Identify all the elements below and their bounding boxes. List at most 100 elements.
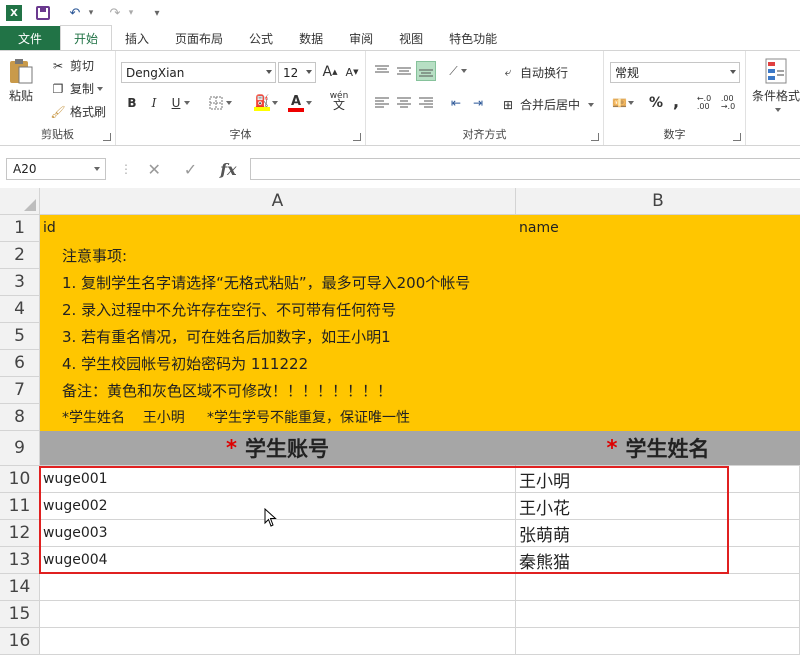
align-bottom-button[interactable] — [416, 61, 436, 81]
align-center-button[interactable] — [394, 93, 414, 113]
note-line[interactable]: *学生姓名 王小明 *学生学号不能重复，保证唯一性 — [40, 404, 516, 431]
italic-button[interactable]: I — [144, 93, 164, 113]
empty-cell[interactable] — [516, 574, 800, 601]
name-box[interactable]: A20 — [6, 158, 106, 180]
align-middle-button[interactable] — [394, 61, 414, 81]
phonetic-guide-button[interactable]: wén 文 — [326, 91, 352, 112]
decrease-indent-button[interactable]: ⇤ — [446, 93, 466, 113]
select-all-corner[interactable] — [0, 188, 40, 215]
empty-cell[interactable] — [40, 574, 516, 601]
tab-formulas[interactable]: 公式 — [236, 26, 286, 50]
empty-cell[interactable] — [40, 628, 516, 655]
wrap-text-button[interactable]: ⤶ 自动换行 — [500, 64, 568, 81]
row-header[interactable]: 10 — [0, 466, 40, 493]
conditional-formatting-button[interactable]: 条件格式 — [752, 57, 800, 112]
orientation-button[interactable]: ⟋ — [448, 61, 468, 81]
tab-review[interactable]: 审阅 — [336, 26, 386, 50]
cell-student-name[interactable]: 王小花 — [516, 493, 800, 520]
row-header[interactable]: 4 — [0, 296, 40, 323]
cell-a1[interactable]: id — [40, 215, 516, 242]
save-icon[interactable] — [36, 6, 50, 20]
cell-account[interactable]: wuge001 — [40, 466, 516, 493]
customize-toolbar-icon[interactable]: ▾ — [146, 3, 168, 23]
cut-button[interactable]: ✂ 剪切 — [50, 57, 94, 74]
tab-file[interactable]: 文件 — [0, 26, 60, 50]
row-header[interactable]: 1 — [0, 215, 40, 242]
borders-button[interactable] — [206, 93, 226, 113]
fill-color-dropdown-icon[interactable] — [270, 93, 280, 113]
tab-data[interactable]: 数据 — [286, 26, 336, 50]
cell-account[interactable]: wuge004 — [40, 547, 516, 574]
note-line[interactable]: 1. 复制学生名字请选择“无格式粘贴”，最多可导入200个帐号 — [40, 269, 516, 296]
tab-insert[interactable]: 插入 — [112, 26, 162, 50]
row-header[interactable]: 8 — [0, 404, 40, 431]
redo-icon[interactable]: ↷ — [104, 3, 126, 23]
note-line[interactable]: 4. 学生校园帐号初始密码为 111222 — [40, 350, 516, 377]
row-header[interactable]: 14 — [0, 574, 40, 601]
format-painter-button[interactable]: 🖌 格式刷 — [50, 103, 106, 120]
clipboard-launcher-icon[interactable] — [103, 133, 111, 141]
accounting-format-button[interactable]: 💴 — [610, 93, 636, 113]
row-header[interactable]: 12 — [0, 520, 40, 547]
font-color-dropdown-icon[interactable] — [304, 93, 314, 113]
header-account[interactable]: * 学生账号 — [40, 431, 516, 466]
decrease-decimal-button[interactable]: .00 →.0 — [718, 93, 738, 113]
tab-special-features[interactable]: 特色功能 — [436, 26, 510, 50]
percent-style-button[interactable]: % — [646, 93, 666, 113]
row-header[interactable]: 16 — [0, 628, 40, 655]
note-line[interactable]: 3. 若有重名情况，可在姓名后加数字，如王小明1 — [40, 323, 516, 350]
number-launcher-icon[interactable] — [733, 133, 741, 141]
row-header[interactable]: 6 — [0, 350, 40, 377]
align-left-button[interactable] — [372, 93, 392, 113]
comma-style-button[interactable]: , — [666, 91, 686, 111]
cell-student-name[interactable]: 王小明 — [516, 466, 800, 493]
font-name-select[interactable]: DengXian — [121, 62, 276, 83]
underline-dropdown-icon[interactable] — [182, 93, 192, 113]
align-right-button[interactable] — [416, 93, 436, 113]
cell-b1[interactable]: name — [516, 215, 800, 242]
merge-center-button[interactable]: ⊞ 合并后居中 — [500, 96, 595, 113]
font-size-select[interactable]: 12 — [278, 62, 316, 83]
note-line[interactable]: 注意事项: — [40, 242, 516, 269]
bold-button[interactable]: B — [122, 93, 142, 113]
align-top-button[interactable] — [372, 61, 392, 81]
empty-cell[interactable] — [40, 601, 516, 628]
cell-account[interactable]: wuge002 — [40, 493, 516, 520]
paste-button[interactable]: 粘贴 — [8, 57, 34, 104]
note-line[interactable]: 备注：黄色和灰色区域不可修改！！！！！！！！ — [40, 377, 516, 404]
row-header[interactable]: 3 — [0, 269, 40, 296]
row-header[interactable]: 5 — [0, 323, 40, 350]
number-format-select[interactable]: 常规 — [610, 62, 740, 83]
row-header[interactable]: 11 — [0, 493, 40, 520]
enter-icon[interactable]: ✓ — [184, 160, 197, 179]
font-color-button[interactable]: A — [286, 93, 306, 113]
cancel-icon[interactable]: ✕ — [147, 160, 160, 179]
copy-button[interactable]: ❐ 复制 — [50, 80, 104, 97]
tab-page-layout[interactable]: 页面布局 — [162, 26, 236, 50]
column-header-a[interactable]: A — [40, 188, 516, 215]
row-header[interactable]: 13 — [0, 547, 40, 574]
undo-dropdown-icon[interactable]: ▾ — [86, 3, 96, 23]
row-header[interactable]: 2 — [0, 242, 40, 269]
notes-column-b[interactable] — [516, 242, 800, 431]
column-header-b[interactable]: B — [516, 188, 800, 215]
empty-cell[interactable] — [516, 628, 800, 655]
tab-view[interactable]: 视图 — [386, 26, 436, 50]
fill-color-button[interactable]: ⛽ — [252, 93, 272, 113]
row-header[interactable]: 9 — [0, 431, 40, 466]
increase-decimal-button[interactable]: ←.0.00 — [694, 93, 714, 113]
undo-icon[interactable]: ↶ — [64, 3, 86, 23]
cell-account[interactable]: wuge003 — [40, 520, 516, 547]
insert-function-icon[interactable]: fx — [220, 160, 236, 179]
shrink-font-button[interactable]: A ▼ — [342, 62, 362, 82]
empty-cell[interactable] — [516, 601, 800, 628]
header-name[interactable]: * 学生姓名 — [516, 431, 800, 466]
tab-home[interactable]: 开始 — [60, 25, 113, 50]
row-header[interactable]: 7 — [0, 377, 40, 404]
cell-student-name[interactable]: 秦熊猫 — [516, 547, 800, 574]
formula-input[interactable] — [250, 158, 800, 180]
note-line[interactable]: 2. 录入过程中不允许存在空行、不可带有任何符号 — [40, 296, 516, 323]
cell-student-name[interactable]: 张萌萌 — [516, 520, 800, 547]
grow-font-button[interactable]: A ▲ — [320, 62, 340, 82]
redo-dropdown-icon[interactable]: ▾ — [126, 3, 136, 23]
